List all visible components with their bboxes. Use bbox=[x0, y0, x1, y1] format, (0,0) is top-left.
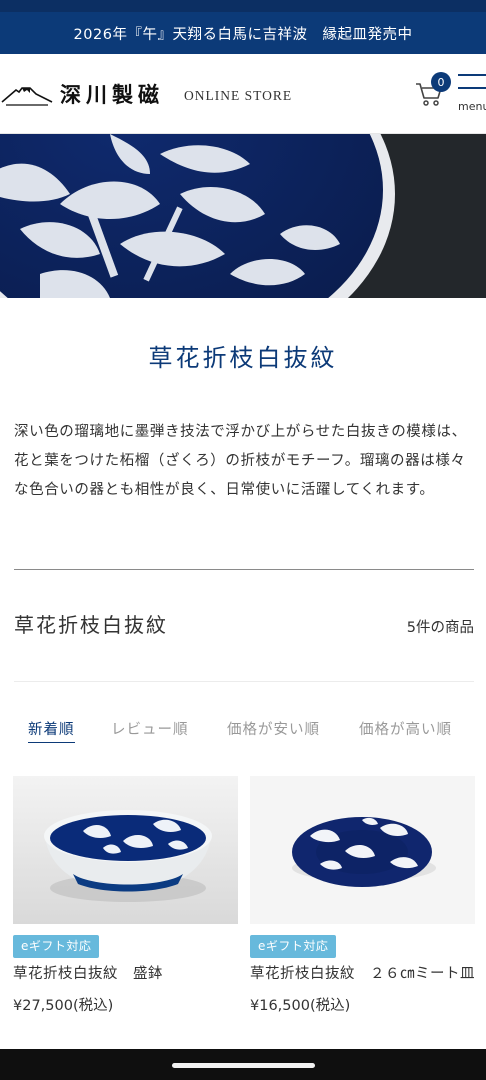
divider bbox=[14, 681, 474, 682]
sort-price-low[interactable]: 価格が安い順 bbox=[227, 718, 320, 739]
online-store-label: ONLINE STORE bbox=[184, 88, 293, 103]
home-indicator[interactable] bbox=[172, 1063, 315, 1068]
product-name[interactable]: 草花折枝白抜紋 盛鉢 bbox=[13, 962, 238, 986]
product-image-serving-bowl[interactable] bbox=[13, 776, 238, 924]
egift-badge: eギフト対応 bbox=[250, 935, 337, 958]
collection-section-title: 草花折枝白抜紋 bbox=[14, 613, 168, 637]
site-header: 深川製磁 ONLINE STORE 0 menu bbox=[0, 54, 486, 134]
sort-reviews[interactable]: レビュー順 bbox=[111, 718, 189, 739]
announcement-banner[interactable]: 2026年『午』天翔る白馬に吉祥波 縁起皿発売中 bbox=[0, 12, 486, 54]
hero-plate-graphic bbox=[0, 134, 486, 298]
hamburger-icon bbox=[458, 74, 486, 76]
brand-logo[interactable]: 深川製磁 ONLINE STORE bbox=[0, 76, 292, 112]
mount-fuji-logo-icon bbox=[1, 87, 53, 106]
collection-description: 深い色の瑠璃地に墨弾き技法で浮かび上がらせた白抜きの模様は、花と葉をつけた柘榴（… bbox=[14, 424, 467, 498]
page-title: 草花折枝白抜紋 bbox=[148, 344, 338, 372]
menu-label: menu bbox=[458, 100, 486, 113]
product-image-meat-plate[interactable] bbox=[250, 776, 475, 924]
cart-count-badge: 0 bbox=[431, 72, 451, 92]
status-bar bbox=[0, 0, 486, 12]
hero-image-plate-closeup bbox=[0, 134, 486, 298]
product-count: 5件の商品 bbox=[406, 620, 474, 636]
sort-tabs: 新着順 レビュー順 価格が安い順 価格が高い順 bbox=[0, 718, 486, 743]
sort-newest[interactable]: 新着順 bbox=[28, 718, 75, 743]
brand-logo-text: 深川製磁 bbox=[60, 82, 164, 107]
product-card[interactable]: eギフト対応 草花折枝白抜紋 盛鉢 ¥27,500(税込) bbox=[13, 776, 238, 1018]
menu-button[interactable]: menu bbox=[458, 72, 486, 116]
cart-button[interactable]: 0 bbox=[414, 72, 451, 108]
sort-price-high[interactable]: 価格が高い順 bbox=[359, 718, 452, 739]
product-price: ¥16,500(税込) bbox=[250, 998, 351, 1014]
egift-badge: eギフト対応 bbox=[13, 935, 100, 958]
hamburger-icon-bar bbox=[458, 87, 486, 89]
product-card[interactable]: eギフト対応 草花折枝白抜紋 ２６㎝ミート皿 ¥16,500(税込) bbox=[250, 776, 475, 1018]
product-name[interactable]: 草花折枝白抜紋 ２６㎝ミート皿 bbox=[250, 962, 475, 986]
product-price: ¥27,500(税込) bbox=[13, 998, 114, 1014]
divider bbox=[14, 569, 474, 570]
